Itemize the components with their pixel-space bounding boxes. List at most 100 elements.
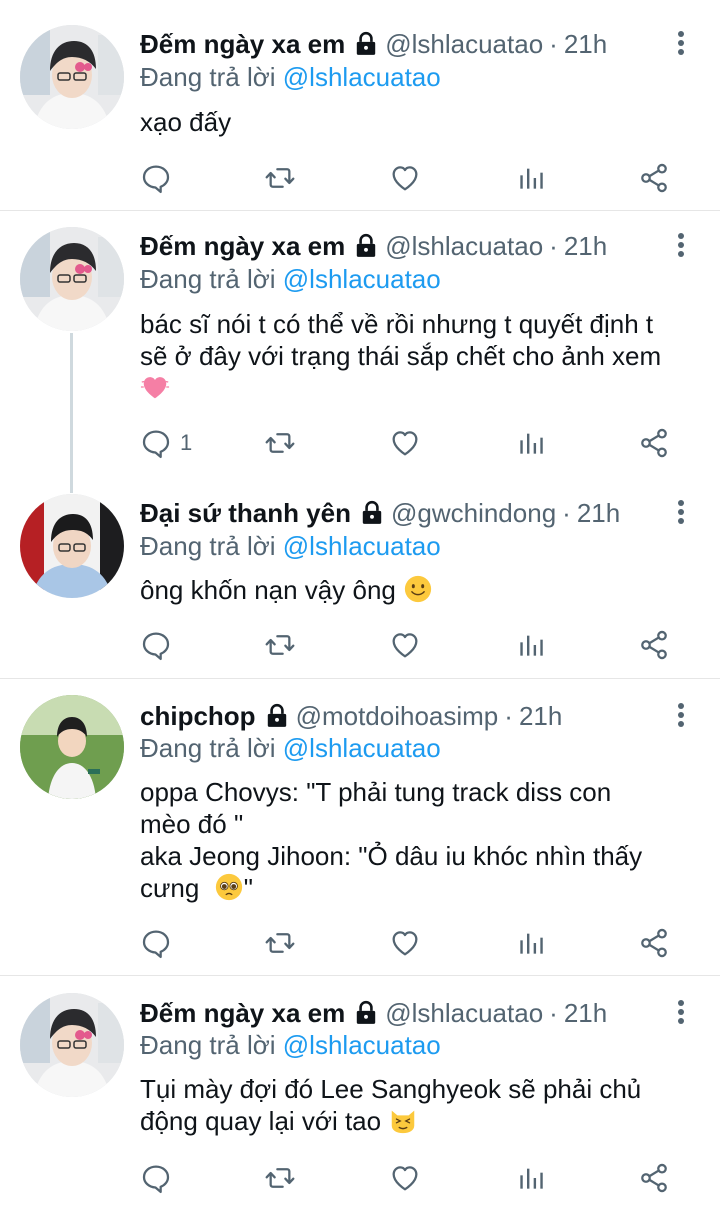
- like-icon: [389, 162, 421, 194]
- avatar[interactable]: [20, 25, 124, 129]
- reply-icon: [140, 162, 172, 194]
- like-button[interactable]: [389, 925, 421, 961]
- replying-to-label: Đang trả lời: [140, 264, 283, 294]
- timestamp[interactable]: 21h: [564, 230, 607, 262]
- tweet-header: Đếm ngày xa em @lshlacuatao · 21h: [140, 28, 660, 60]
- reply-button[interactable]: [140, 160, 172, 196]
- avatar[interactable]: [20, 227, 124, 331]
- share-button[interactable]: [638, 425, 670, 461]
- tweet-header: Đếm ngày xa em @lshlacuatao · 21h: [140, 997, 660, 1029]
- analytics-button[interactable]: [515, 925, 547, 961]
- display-name[interactable]: Đếm ngày xa em: [140, 997, 345, 1029]
- timestamp[interactable]: 21h: [577, 497, 620, 529]
- more-icon[interactable]: [676, 500, 686, 530]
- replying-to: Đang trả lời @lshlacuatao: [140, 263, 441, 295]
- reply-button[interactable]: 1: [140, 425, 192, 461]
- mention-link[interactable]: @lshlacuatao: [283, 531, 441, 561]
- tweet-text-line: động quay lại với tao: [140, 1106, 382, 1136]
- like-button[interactable]: [389, 425, 421, 461]
- retweet-button[interactable]: [264, 425, 296, 461]
- analytics-button[interactable]: [515, 160, 547, 196]
- replying-to: Đang trả lời @lshlacuatao: [140, 732, 441, 764]
- replying-to: Đang trả lời @lshlacuatao: [140, 530, 441, 562]
- display-name[interactable]: chipchop: [140, 700, 256, 732]
- tweet-text-line: cưng: [140, 873, 200, 903]
- avatar[interactable]: [20, 695, 124, 799]
- lock-icon: [353, 31, 379, 57]
- avatar[interactable]: [20, 993, 124, 1097]
- user-handle[interactable]: @lshlacuatao: [385, 997, 543, 1029]
- analytics-button[interactable]: [515, 1160, 547, 1196]
- user-handle[interactable]: @gwchindong: [391, 497, 556, 529]
- reply-icon: [140, 1162, 172, 1194]
- reply-button[interactable]: [140, 627, 172, 663]
- separator-dot: ·: [504, 701, 513, 731]
- retweet-button[interactable]: [264, 627, 296, 663]
- more-icon[interactable]: [676, 233, 686, 263]
- mention-link[interactable]: @lshlacuatao: [283, 62, 441, 92]
- like-button[interactable]: [389, 1160, 421, 1196]
- user-handle[interactable]: @lshlacuatao: [385, 230, 543, 262]
- tweet-text-line: xạo đấy: [140, 107, 232, 137]
- like-icon: [389, 427, 421, 459]
- separator-dot: ·: [549, 231, 558, 261]
- smile-emoji: [403, 574, 433, 604]
- replying-to-label: Đang trả lời: [140, 531, 283, 561]
- replying-to: Đang trả lời @lshlacuatao: [140, 61, 441, 93]
- retweet-icon: [264, 1162, 296, 1194]
- mention-link[interactable]: @lshlacuatao: [283, 1030, 441, 1060]
- user-handle[interactable]: @lshlacuatao: [385, 28, 543, 60]
- display-name[interactable]: Đếm ngày xa em: [140, 230, 345, 262]
- reply-icon: [140, 927, 172, 959]
- mention-link[interactable]: @lshlacuatao: [283, 264, 441, 294]
- share-button[interactable]: [638, 160, 670, 196]
- share-button[interactable]: [638, 925, 670, 961]
- share-icon: [638, 1162, 670, 1194]
- user-handle[interactable]: @motdoihoasimp: [296, 700, 499, 732]
- more-icon[interactable]: [676, 1000, 686, 1030]
- tweet-header: chipchop @motdoihoasimp · 21h: [140, 700, 660, 732]
- retweet-button[interactable]: [264, 1160, 296, 1196]
- tweet-1[interactable]: Đếm ngày xa em @lshlacuatao · 21h Đang t…: [0, 0, 720, 210]
- tweet-header: Đếm ngày xa em @lshlacuatao · 21h: [140, 230, 660, 262]
- more-icon[interactable]: [676, 31, 686, 61]
- separator-dot: ·: [562, 498, 571, 528]
- replying-to-label: Đang trả lời: [140, 62, 283, 92]
- lock-icon: [353, 233, 379, 259]
- share-button[interactable]: [638, 627, 670, 663]
- tweet-actions: [0, 627, 720, 663]
- retweet-button[interactable]: [264, 160, 296, 196]
- analytics-button[interactable]: [515, 425, 547, 461]
- analytics-icon: [515, 1162, 547, 1194]
- tweet-3[interactable]: Đại sứ thanh yên @gwchindong · 21h Đang …: [0, 476, 720, 678]
- timestamp[interactable]: 21h: [564, 28, 607, 60]
- replying-to-label: Đang trả lời: [140, 733, 283, 763]
- avatar[interactable]: [20, 494, 124, 598]
- retweet-button[interactable]: [264, 925, 296, 961]
- tweet-4[interactable]: chipchop @motdoihoasimp · 21h Đang trả l…: [0, 679, 720, 975]
- share-button[interactable]: [638, 1160, 670, 1196]
- like-button[interactable]: [389, 627, 421, 663]
- display-name[interactable]: Đại sứ thanh yên: [140, 497, 351, 529]
- tweet-actions: [0, 925, 720, 961]
- like-button[interactable]: [389, 160, 421, 196]
- tweet-2[interactable]: Đếm ngày xa em @lshlacuatao · 21h Đang t…: [0, 211, 720, 493]
- timestamp[interactable]: 21h: [519, 700, 562, 732]
- reply-button[interactable]: [140, 925, 172, 961]
- more-icon[interactable]: [676, 703, 686, 733]
- retweet-icon: [264, 927, 296, 959]
- reply-button[interactable]: [140, 1160, 172, 1196]
- mention-link[interactable]: @lshlacuatao: [283, 733, 441, 763]
- tweet-text: oppa Chovys: "T phải tung track diss con…: [140, 776, 696, 904]
- tweet-text: xạo đấy: [140, 106, 696, 138]
- analytics-button[interactable]: [515, 627, 547, 663]
- tweet-5[interactable]: Đếm ngày xa em @lshlacuatao · 21h Đang t…: [0, 976, 720, 1209]
- tweet-text-line: mèo đó ": [140, 809, 244, 839]
- reply-icon: [140, 629, 172, 661]
- share-icon: [638, 427, 670, 459]
- tweet-text: ông khốn nạn vậy ông: [140, 574, 696, 606]
- timestamp[interactable]: 21h: [564, 997, 607, 1029]
- display-name[interactable]: Đếm ngày xa em: [140, 28, 345, 60]
- like-icon: [389, 927, 421, 959]
- like-icon: [389, 629, 421, 661]
